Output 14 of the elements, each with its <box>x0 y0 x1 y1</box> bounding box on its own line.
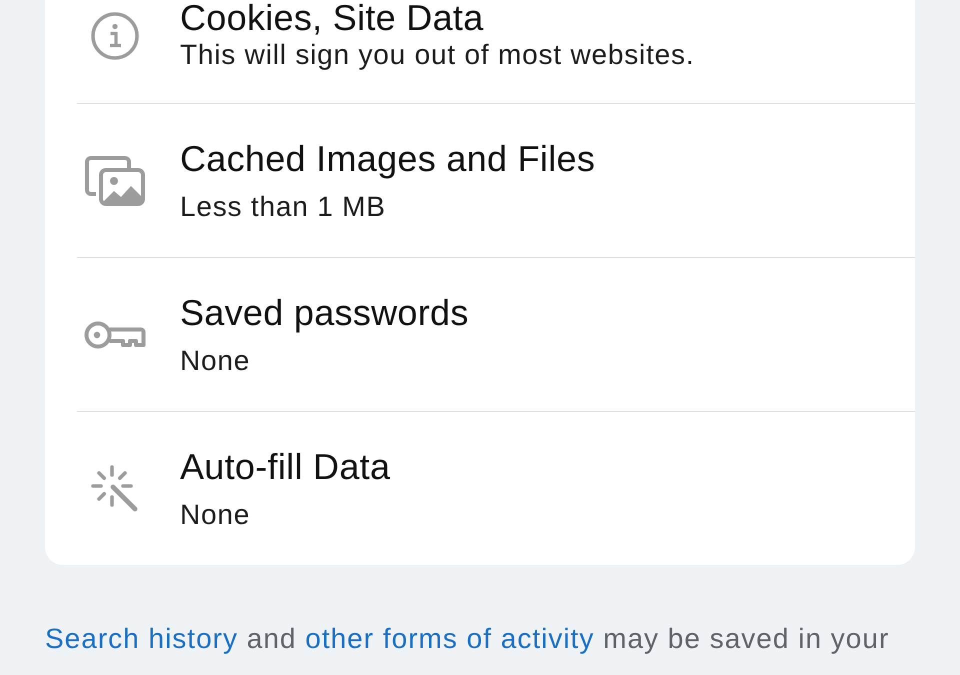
item-subtitle: None <box>180 344 250 378</box>
key-icon <box>84 320 146 350</box>
activity-link[interactable]: other forms of activity <box>305 623 594 654</box>
item-subtitle: None <box>180 498 250 532</box>
item-title: Saved passwords <box>180 291 469 334</box>
activity-link[interactable]: Search history <box>45 623 238 654</box>
info-icon <box>91 12 139 60</box>
activity-note: Search history and other forms of activity may be saved in your <box>45 622 890 656</box>
item-title: Auto-fill Data <box>180 445 390 488</box>
item-title: Cookies, Site Data <box>180 0 484 36</box>
images-icon <box>85 156 145 206</box>
item-subtitle: Less than 1 MB <box>180 190 386 224</box>
item-subtitle: This will sign you out of most websites. <box>180 38 694 72</box>
item-title: Cached Images and Files <box>180 137 596 180</box>
